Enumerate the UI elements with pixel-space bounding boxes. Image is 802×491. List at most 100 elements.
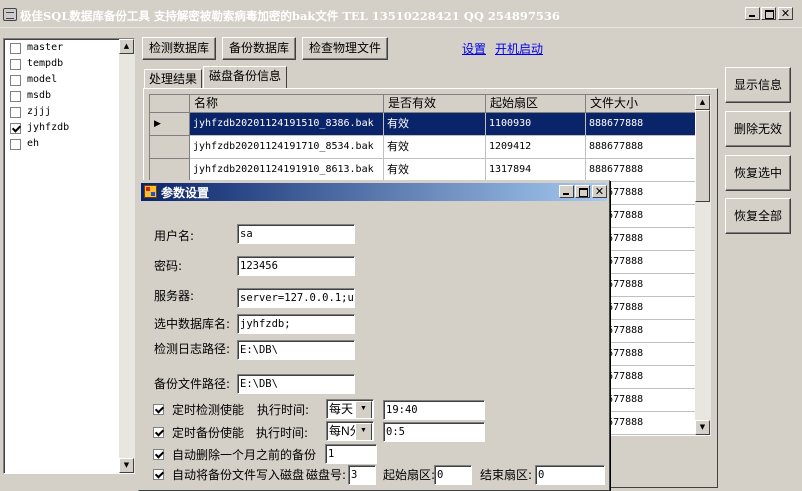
checkbox-checked-icon [153,427,164,438]
window-title: 极佳SQL数据库备份工具 支持解密被勒索病毒加密的bak文件 TEL 13510… [20,9,560,23]
username-field[interactable]: sa [237,224,355,244]
auto-delete-value-field[interactable]: 1 [325,444,377,464]
database-item-label: msdb [27,90,52,101]
end-sector-label: 结束扇区: [480,468,533,482]
grid-cell[interactable]: 有效 [384,136,486,159]
column-header-file-size[interactable]: 文件大小 [586,95,696,113]
settings-dialog: 参数设置 ✕ 用户名: sa 密码: 123456 服务器: server=12… [138,180,610,491]
scroll-up-arrow-icon[interactable]: ▲ [119,39,134,54]
checkbox-icon[interactable] [10,91,21,102]
end-sector-field[interactable]: 0 [535,465,605,485]
grid-cell[interactable]: 有效 [384,113,486,136]
grid-corner [150,95,190,113]
database-list-scrollbar[interactable]: ▲ ▼ [119,39,135,473]
checkbox-checked-icon [153,404,164,415]
timed-backup-frequency-select[interactable]: 每N分 ▼ [326,421,374,441]
password-field[interactable]: 123456 [237,256,355,276]
grid-scrollbar[interactable]: ▲ ▼ [695,95,711,435]
disk-no-field[interactable]: 3 [348,465,376,485]
settings-link[interactable]: 设置 [462,40,486,57]
selected-db-label: 选中数据库名: [154,317,231,331]
password-label: 密码: [154,259,183,273]
checkbox-checked-icon [153,469,164,480]
scroll-down-arrow-icon[interactable]: ▼ [119,458,134,473]
dialog-title: 参数设置 [161,186,210,200]
database-item-jyhfzdb[interactable]: jyhfzdb [10,121,120,137]
row-header[interactable] [150,136,190,159]
dropdown-arrow-icon[interactable]: ▼ [355,423,372,440]
database-item-zjjj[interactable]: zjjj [10,105,120,121]
grid-cell[interactable]: 888677888 [586,159,696,182]
grid-cell[interactable]: 有效 [384,159,486,182]
grid-scroll-thumb[interactable] [695,110,710,202]
close-button[interactable]: ✕ [778,7,793,20]
row-header[interactable] [150,159,190,182]
tab-processing-result[interactable]: 处理结果 [144,69,202,89]
window-title-bar: 极佳SQL数据库备份工具 支持解密被勒索病毒加密的bak文件 TEL 13510… [0,0,802,28]
timed-backup-time-field[interactable]: 0:5 [383,422,485,442]
start-sector-label: 起始扇区: [383,468,436,482]
database-list[interactable]: master tempdb model msdb zjjj jyhfzdb eh ▲ ▼ [3,38,135,474]
auto-write-disk-checkbox[interactable]: 自动将备份文件写入磁盘 [153,467,323,483]
column-header-name[interactable]: 名称 [190,95,384,113]
grid-scroll-down-icon[interactable]: ▼ [695,420,710,435]
log-path-field[interactable]: E:\DB\ [237,340,355,360]
delete-invalid-button[interactable]: 删除无效 [725,111,791,147]
grid-cell[interactable]: 1209412 [486,136,586,159]
autostart-link[interactable]: 开机启动 [495,40,543,57]
minimize-button[interactable] [745,7,760,20]
database-item-label: jyhfzdb [27,122,70,133]
database-item-model[interactable]: model [10,73,120,89]
restore-all-button[interactable]: 恢复全部 [725,198,791,234]
settings-icon [144,185,157,198]
grid-cell[interactable]: 1100930 [486,113,586,136]
database-item-msdb[interactable]: msdb [10,89,120,105]
grid-cell[interactable]: jyhfzdb20201124191910_8613.bak [190,159,384,182]
exec-time-label-2: 执行时间: [256,426,309,440]
grid-cell[interactable]: 1317894 [486,159,586,182]
dialog-minimize-button[interactable] [559,185,574,198]
grid-scroll-up-icon[interactable]: ▲ [695,95,710,110]
check-database-button[interactable]: 检测数据库 [142,37,216,60]
dialog-close-button[interactable]: ✕ [592,185,607,198]
current-row-arrow-icon[interactable]: ▶ [150,113,190,136]
start-sector-field[interactable]: 0 [434,465,472,485]
backup-database-button[interactable]: 备份数据库 [222,37,296,60]
database-item-label: master [27,42,64,53]
grid-cell[interactable]: jyhfzdb20201124191510_8386.bak [190,113,384,136]
restore-selected-button[interactable]: 恢复选中 [725,155,791,191]
backup-path-label: 备份文件路径: [154,377,231,391]
check-physical-file-button[interactable]: 检查物理文件 [302,37,388,60]
checkbox-icon[interactable] [10,43,21,54]
database-item-label: tempdb [27,58,64,69]
checkbox-checked-icon[interactable] [10,123,21,134]
timed-backup-checkbox[interactable]: 定时备份使能 [153,425,253,441]
auto-delete-checkbox[interactable]: 自动删除一个月之前的备份 [153,447,323,463]
database-item-master[interactable]: master [10,41,120,57]
timed-check-checkbox[interactable]: 定时检测使能 [153,402,253,418]
checkbox-icon[interactable] [10,75,21,86]
checkbox-icon[interactable] [10,59,21,70]
checkbox-icon[interactable] [10,107,21,118]
backup-path-field[interactable]: E:\DB\ [237,374,355,394]
maximize-button[interactable] [761,7,776,20]
grid-cell[interactable]: 888677888 [586,113,696,136]
timed-check-time-field[interactable]: 19:40 [383,400,485,420]
show-info-button[interactable]: 显示信息 [725,67,791,103]
server-field[interactable]: server=127.0.0.1;ui [237,288,355,308]
checkbox-checked-icon [153,449,164,460]
column-header-start-sector[interactable]: 起始扇区 [486,95,586,113]
checkbox-icon[interactable] [10,139,21,150]
database-item-tempdb[interactable]: tempdb [10,57,120,73]
dropdown-arrow-icon[interactable]: ▼ [355,401,372,418]
grid-cell[interactable]: jyhfzdb20201124191710_8534.bak [190,136,384,159]
database-item-eh[interactable]: eh [10,137,120,153]
database-item-label: model [27,74,58,85]
timed-check-frequency-select[interactable]: 每天 ▼ [326,399,374,419]
tab-disk-backup-info[interactable]: 磁盘备份信息 [203,66,287,89]
dialog-maximize-button[interactable] [575,185,590,198]
grid-cell[interactable]: 888677888 [586,136,696,159]
column-header-valid[interactable]: 是否有效 [384,95,486,113]
disk-no-label: 磁盘号: [306,468,347,482]
selected-db-field[interactable]: jyhfzdb; [237,314,355,334]
